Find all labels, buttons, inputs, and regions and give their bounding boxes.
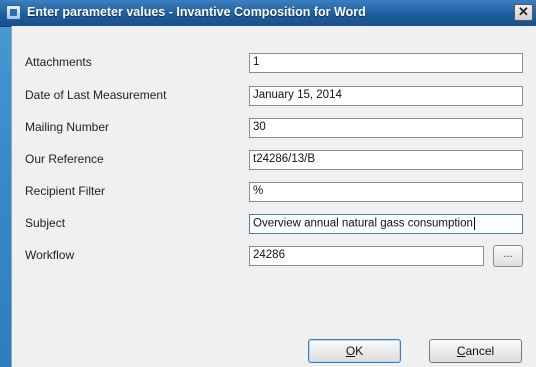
subject-value: Overview annual natural gass consumption bbox=[253, 217, 473, 230]
date-label: Date of Last Measurement bbox=[25, 88, 167, 102]
attachments-input[interactable]: 1 bbox=[249, 53, 523, 73]
subject-label: Subject bbox=[25, 216, 66, 230]
param-row-workflow: Workflow 24286 ... bbox=[12, 244, 536, 267]
app-icon bbox=[6, 5, 21, 20]
window-title: Enter parameter values - Invantive Compo… bbox=[27, 5, 366, 19]
text-caret bbox=[473, 217, 475, 230]
workflow-browse-button[interactable]: ... bbox=[493, 245, 523, 267]
mailing-number-label: Mailing Number bbox=[25, 120, 110, 134]
mailing-number-input[interactable]: 30 bbox=[249, 118, 523, 138]
close-icon: ✕ bbox=[518, 4, 529, 19]
recipient-filter-input[interactable]: % bbox=[249, 182, 523, 202]
ok-button[interactable]: OK bbox=[308, 339, 401, 363]
our-reference-input[interactable]: t24286/13/B bbox=[249, 150, 523, 170]
ok-accel: O bbox=[345, 344, 356, 358]
param-row-mailing-number: Mailing Number 30 bbox=[12, 116, 536, 138]
attachments-label: Attachments bbox=[25, 55, 92, 69]
workflow-input[interactable]: 24286 bbox=[249, 246, 484, 266]
param-row-attachments: Attachments 1 bbox=[12, 51, 536, 73]
param-row-our-reference: Our Reference t24286/13/B bbox=[12, 148, 536, 170]
cancel-button[interactable]: Cancel bbox=[429, 339, 522, 363]
subject-input[interactable]: Overview annual natural gass consumption bbox=[249, 214, 523, 234]
cancel-label-rest: ancel bbox=[465, 344, 495, 358]
dialog-body: Attachments 1 Date of Last Measurement J… bbox=[11, 26, 536, 367]
recipient-filter-label: Recipient Filter bbox=[25, 184, 106, 198]
workflow-label: Workflow bbox=[25, 248, 75, 262]
dialog-window: Enter parameter values - Invantive Compo… bbox=[0, 0, 536, 367]
title-bar[interactable]: Enter parameter values - Invantive Compo… bbox=[0, 0, 536, 27]
ok-label-rest: K bbox=[355, 344, 364, 358]
date-input[interactable]: January 15, 2014 bbox=[249, 86, 523, 106]
our-reference-label: Our Reference bbox=[25, 152, 104, 166]
param-row-date: Date of Last Measurement January 15, 201… bbox=[12, 84, 536, 106]
param-row-subject: Subject Overview annual natural gass con… bbox=[12, 212, 536, 234]
close-button[interactable]: ✕ bbox=[514, 4, 533, 21]
param-row-recipient-filter: Recipient Filter % bbox=[12, 180, 536, 202]
